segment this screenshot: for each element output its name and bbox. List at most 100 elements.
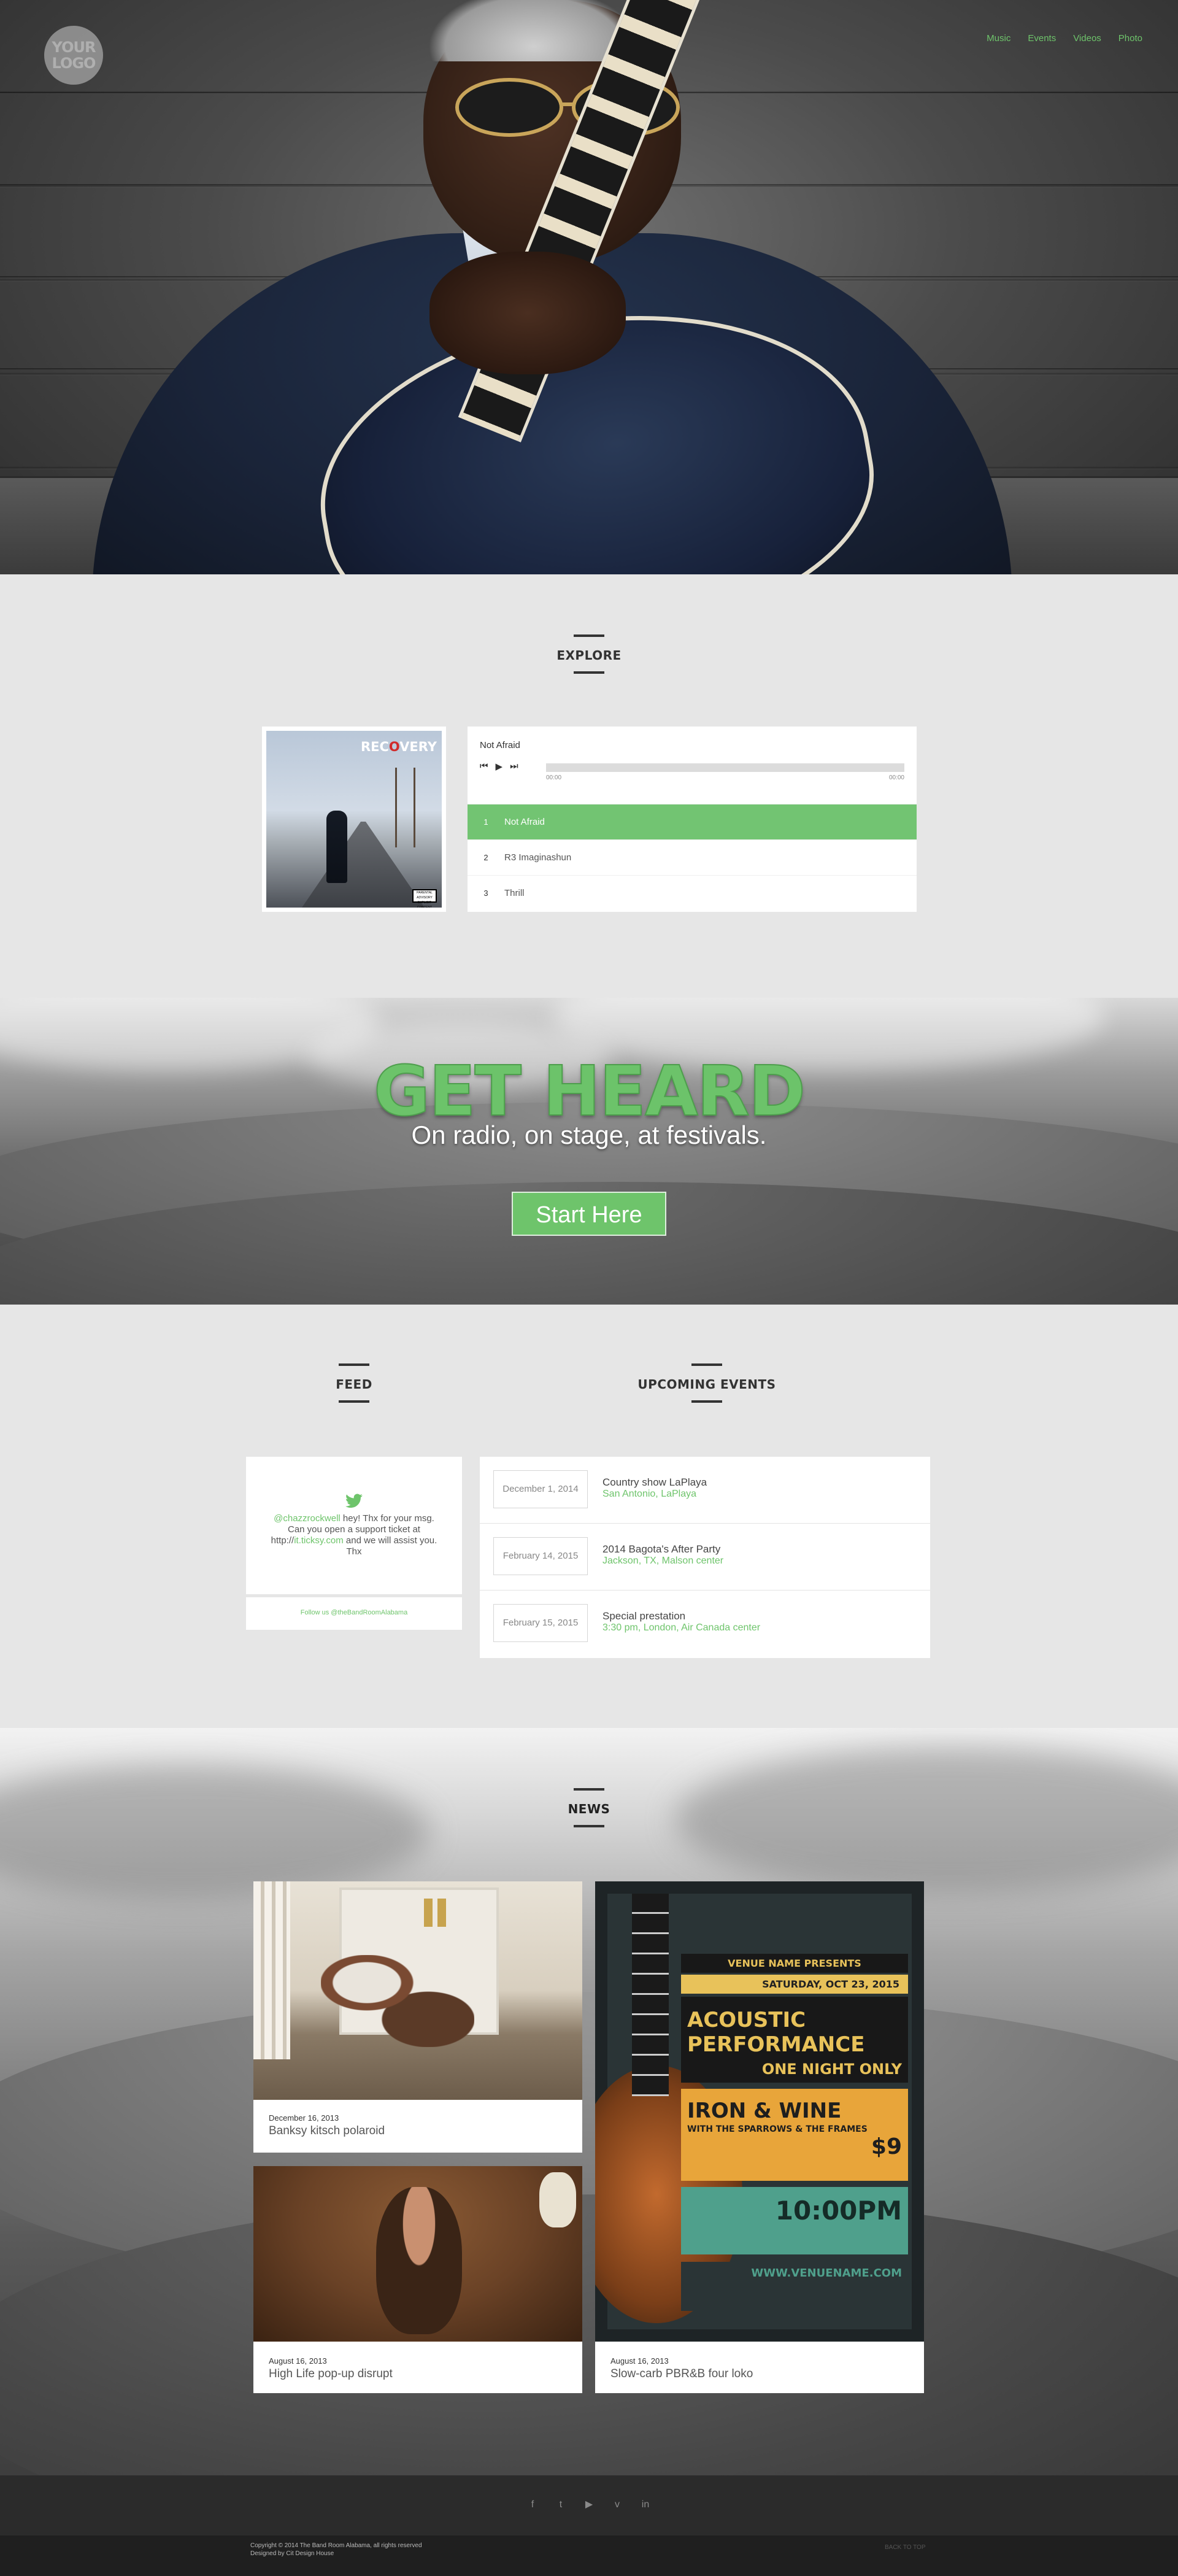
explore-title: EXPLORE — [556, 648, 622, 663]
wall-lamp — [437, 1899, 446, 1927]
playlist: 1 Not Afraid 2 R3 Imaginashun 3 Thrill — [468, 804, 917, 911]
telephone-pole — [395, 768, 397, 847]
event-title: 2014 Bagota's After Party — [602, 1543, 721, 1555]
playlist-item[interactable]: 1 Not Afraid — [468, 804, 917, 839]
events-list: December 1, 2014 Country show LaPlaya Sa… — [480, 1457, 930, 1658]
twitter-icon[interactable]: t — [555, 2499, 567, 2511]
player-controls: ⏮ ▶ ⏭ — [480, 761, 518, 772]
news-image-concert-poster: VENUE NAME PRESENTS SATURDAY, OCT 23, 20… — [595, 1881, 924, 2342]
poster-line: $9 — [871, 2134, 902, 2159]
rewind-icon[interactable]: ⏮ — [480, 761, 488, 772]
event-date: February 15, 2015 — [493, 1604, 588, 1642]
parental-advisory-label: PARENTAL ADVISORY EXPLICIT CONTENT — [412, 889, 437, 908]
nav-item-videos[interactable]: Videos — [1073, 33, 1101, 44]
progress-bar[interactable] — [546, 763, 904, 772]
footer-bottom-bar: Copyright © 2014 The Band Room Alabama, … — [0, 2536, 1178, 2576]
playlist-item[interactable]: 2 R3 Imaginashun — [468, 839, 917, 875]
news-heading: NEWS — [528, 1788, 650, 1827]
playlist-item[interactable]: 3 Thrill — [468, 875, 917, 911]
poster-line: WWW.VENUENAME.COM — [681, 2262, 908, 2311]
event-location[interactable]: Jackson, TX, Malson center — [602, 1556, 723, 1567]
designer-credit: Designed by Cit Design House — [250, 2550, 334, 2557]
event-location[interactable]: 3:30 pm, London, Air Canada center — [602, 1622, 760, 1633]
poster-line: SATURDAY, OCT 23, 2015 — [681, 1975, 908, 1994]
event-title: Special prestation — [602, 1610, 686, 1622]
youtube-icon[interactable]: ▶ — [583, 2499, 595, 2511]
event-item[interactable]: February 14, 2015 2014 Bagota's After Pa… — [480, 1524, 930, 1591]
linkedin-icon[interactable]: in — [639, 2499, 652, 2511]
nav-item-photo[interactable]: Photo — [1118, 33, 1142, 44]
hero-musician-hand — [429, 252, 626, 374]
back-to-top-link[interactable]: BACK TO TOP — [885, 2544, 926, 2551]
play-icon[interactable]: ▶ — [496, 761, 503, 772]
poster-line: WITH THE SPARROWS & THE FRAMES — [687, 2124, 868, 2134]
news-title: NEWS — [568, 1802, 610, 1816]
news-card[interactable]: August 16, 2013 High Life pop-up disrupt — [253, 2166, 582, 2393]
porch-railing — [253, 1881, 290, 2059]
album-title-part: VERY — [399, 739, 437, 754]
now-playing-title: Not Afraid — [480, 740, 520, 750]
poster-guitar-neck — [632, 1894, 669, 2096]
heading-bar — [691, 1400, 722, 1403]
audio-player: Not Afraid ⏮ ▶ ⏭ 00:00 00:00 1 Not Afrai… — [468, 727, 917, 912]
news-title[interactable]: Slow-carb PBR&B four loko — [610, 2367, 753, 2381]
cloud — [675, 1746, 1178, 1894]
news-date: August 16, 2013 — [610, 2356, 669, 2366]
follow-link[interactable]: Follow us @theBandRoomAlabama — [246, 1609, 462, 1616]
event-item[interactable]: February 15, 2015 Special prestation 3:3… — [480, 1591, 930, 1657]
site-logo[interactable]: YOUR LOGO — [44, 26, 103, 85]
wall-skull — [539, 2172, 576, 2227]
wall-lamp — [424, 1899, 433, 1927]
start-here-button[interactable]: Start Here — [512, 1192, 666, 1236]
news-card[interactable]: December 16, 2013 Banksy kitsch polaroid — [253, 1881, 582, 2153]
site-footer: f t ▶ v in Copyright © 2014 The Band Roo… — [0, 2475, 1178, 2576]
event-location[interactable]: San Antonio, LaPlaya — [602, 1489, 696, 1500]
nav-item-events[interactable]: Events — [1028, 33, 1056, 44]
heading-bar — [574, 634, 604, 637]
track-title: R3 Imaginashun — [504, 852, 572, 863]
nav-item-music[interactable]: Music — [987, 33, 1011, 44]
events-title: UPCOMING EVENTS — [637, 1377, 776, 1392]
tweet-body: and we will assist you. Thx — [343, 1535, 437, 1557]
poster-line: ACOUSTIC PERFORMANCE — [687, 2008, 865, 2057]
heading-bar — [691, 1363, 722, 1366]
explore-heading: EXPLORE — [528, 634, 650, 674]
heading-bar — [574, 1788, 604, 1791]
album-title: RECOVERY — [361, 739, 437, 754]
event-title: Country show LaPlaya — [602, 1476, 707, 1488]
twitter-feed-card: @chazzrockwell hey! Thx for your msg. Ca… — [246, 1457, 462, 1630]
facebook-icon[interactable]: f — [526, 2499, 539, 2511]
track-title: Thrill — [504, 888, 525, 898]
card-divider — [246, 1594, 462, 1597]
news-title[interactable]: Banksy kitsch polaroid — [269, 2124, 385, 2138]
telephone-pole — [414, 768, 415, 847]
twitter-icon — [246, 1494, 462, 1514]
tweet-user-link[interactable]: @chazzrockwell — [274, 1513, 341, 1524]
news-title[interactable]: High Life pop-up disrupt — [269, 2367, 393, 2381]
tweet-link[interactable]: it.ticksy.com — [294, 1535, 344, 1546]
event-date: December 1, 2014 — [493, 1470, 588, 1508]
bearded-man — [376, 2187, 462, 2334]
event-item[interactable]: December 1, 2014 Country show LaPlaya Sa… — [480, 1457, 930, 1524]
copyright-line: Copyright © 2014 The Band Room Alabama, … — [250, 2542, 422, 2549]
album-cover: RECOVERY PARENTAL ADVISORY EXPLICIT CONT… — [262, 727, 446, 912]
banner-headline: GET HEARD — [373, 1051, 806, 1132]
news-card[interactable]: VENUE NAME PRESENTS SATURDAY, OCT 23, 20… — [595, 1881, 924, 2393]
fast-forward-icon[interactable]: ⏭ — [510, 761, 518, 772]
copyright: Copyright © 2014 The Band Room Alabama, … — [250, 2542, 422, 2558]
poster-block: ACOUSTIC PERFORMANCE ONE NIGHT ONLY — [681, 1997, 908, 2083]
poster-block: IRON & WINE WITH THE SPARROWS & THE FRAM… — [681, 2089, 908, 2181]
heading-bar — [339, 1400, 369, 1403]
heading-bar — [339, 1363, 369, 1366]
track-number: 2 — [483, 853, 488, 862]
poster-line: ONE NIGHT ONLY — [761, 2061, 902, 2078]
get-heard-banner: GET HEARD On radio, on stage, at festiva… — [0, 998, 1178, 1305]
news-date: December 16, 2013 — [269, 2113, 339, 2123]
tweet-text: @chazzrockwell hey! Thx for your msg. Ca… — [264, 1513, 444, 1557]
poster-line: IRON & WINE — [687, 2099, 842, 2123]
vimeo-icon[interactable]: v — [611, 2499, 623, 2511]
poster-line: 10:00PM — [681, 2187, 908, 2254]
hero-banner — [0, 0, 1178, 574]
album-artwork: RECOVERY PARENTAL ADVISORY EXPLICIT CONT… — [266, 731, 442, 908]
events-heading: UPCOMING EVENTS — [615, 1363, 799, 1403]
